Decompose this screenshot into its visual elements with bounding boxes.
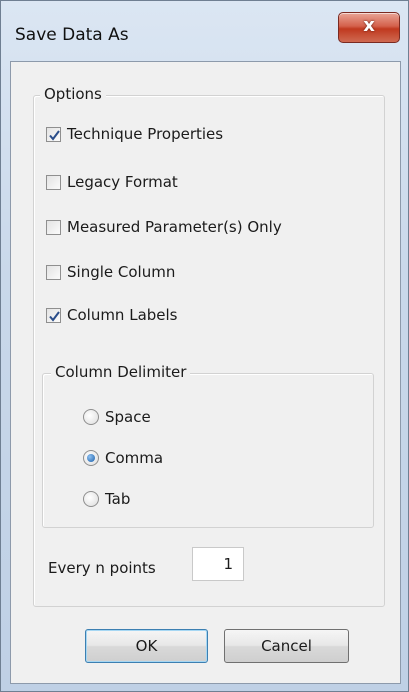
options-group-label: Options <box>40 85 106 103</box>
every-n-points-input[interactable]: 1 <box>192 547 244 581</box>
checkmark-icon <box>49 310 60 322</box>
checkbox-legacy-format[interactable]: Legacy Format <box>46 171 178 193</box>
radio-label: Space <box>105 408 151 426</box>
checkbox-box[interactable] <box>46 174 61 190</box>
column-delimiter-group-label: Column Delimiter <box>51 363 191 381</box>
checkbox-box[interactable] <box>46 219 61 235</box>
close-icon: x <box>363 15 375 36</box>
checkbox-measured-parameters-only[interactable]: Measured Parameter(s) Only <box>46 216 282 238</box>
dialog-client-area: Options Technique Properties Legacy Form… <box>10 61 401 684</box>
every-n-points-label: Every n points <box>48 559 156 577</box>
close-button[interactable]: x <box>338 12 400 43</box>
column-delimiter-group: Column Delimiter Space Comma Tab <box>42 363 374 528</box>
checkbox-box[interactable] <box>46 126 61 142</box>
radio-space[interactable]: Space <box>83 406 151 428</box>
radio-circle[interactable] <box>83 491 99 507</box>
ok-button[interactable]: OK <box>85 629 208 663</box>
cancel-button[interactable]: Cancel <box>224 629 349 663</box>
radio-circle[interactable] <box>83 450 99 466</box>
checkbox-technique-properties[interactable]: Technique Properties <box>46 123 223 145</box>
options-group: Options Technique Properties Legacy Form… <box>33 85 385 607</box>
radio-comma[interactable]: Comma <box>83 447 163 469</box>
checkbox-label: Measured Parameter(s) Only <box>67 218 282 236</box>
radio-tab[interactable]: Tab <box>83 488 130 510</box>
checkbox-single-column[interactable]: Single Column <box>46 261 175 283</box>
radio-selected-dot <box>87 454 95 462</box>
radio-label: Comma <box>105 449 164 467</box>
checkbox-box[interactable] <box>46 307 61 323</box>
checkbox-label: Technique Properties <box>67 125 224 143</box>
window-title: Save Data As <box>15 25 129 45</box>
checkmark-icon <box>49 129 60 141</box>
checkbox-column-labels[interactable]: Column Labels <box>46 304 178 326</box>
radio-label: Tab <box>105 490 131 508</box>
checkbox-label: Single Column <box>67 263 176 281</box>
checkbox-label: Legacy Format <box>67 173 178 191</box>
radio-circle[interactable] <box>83 409 99 425</box>
checkbox-label: Column Labels <box>67 306 178 324</box>
dialog-window: Save Data As x Options Technique Propert… <box>0 0 409 692</box>
title-bar[interactable]: Save Data As x <box>1 1 408 61</box>
checkbox-box[interactable] <box>46 264 61 280</box>
